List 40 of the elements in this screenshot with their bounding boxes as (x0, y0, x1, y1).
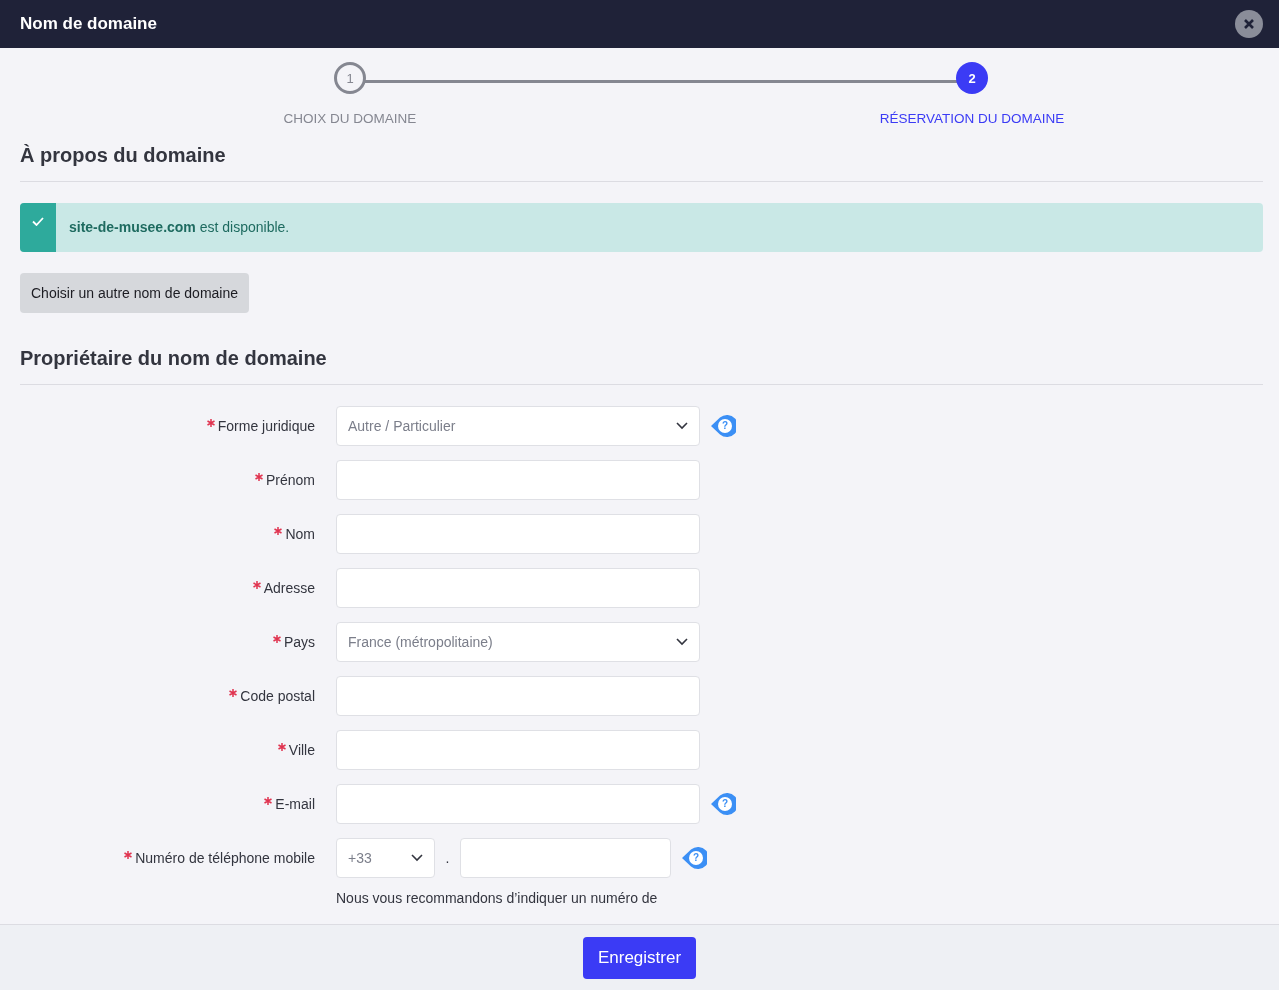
field-label: Numéro de téléphone mobile (135, 850, 315, 866)
chevron-down-icon (676, 422, 688, 430)
phone-field[interactable] (460, 838, 671, 878)
country-code-select[interactable]: +33 (336, 838, 435, 878)
alert-message: site-de-musee.com est disponible. (68, 218, 290, 237)
field-label: Prénom (265, 472, 315, 488)
save-button[interactable]: Enregistrer (582, 936, 697, 979)
field-label: Code postal (240, 688, 315, 704)
section-heading: À propos du domaine (20, 144, 1263, 182)
help-text: Nous vous recommandons d’indiquer un numéro de (336, 890, 659, 906)
field-label: Forme juridique (217, 418, 315, 434)
separator-text: . (444, 850, 451, 866)
input-field[interactable] (336, 784, 700, 824)
field-label: E-mail (275, 796, 315, 812)
input-field[interactable] (336, 460, 700, 500)
field-label: Pays (283, 634, 315, 650)
step-label: CHOIX DU DOMAINE (283, 111, 417, 126)
chevron-down-icon (411, 854, 423, 862)
step-circle: 2 (956, 62, 988, 94)
field-label: Nom (285, 526, 315, 542)
step-circle: 1 (334, 62, 366, 94)
section-heading: Propriétaire du nom de domaine (20, 347, 1263, 385)
field-label: Ville (288, 742, 315, 758)
change-domain-button[interactable]: Choisir un autre nom de domaine (20, 273, 249, 313)
input-field[interactable] (336, 514, 700, 554)
check-icon (32, 217, 44, 226)
select-field[interactable]: France (métropolitaine) (336, 622, 700, 662)
chevron-down-icon (676, 638, 688, 646)
input-field[interactable] (336, 730, 700, 770)
close-icon (1243, 18, 1255, 30)
close-button[interactable] (1235, 10, 1263, 38)
input-field[interactable] (336, 568, 700, 608)
step-label: RÉSERVATION DU DOMAINE (879, 111, 1065, 126)
help-icon[interactable]: ? (681, 846, 707, 870)
select-field[interactable]: Autre / Particulier (336, 406, 700, 446)
help-icon[interactable]: ? (710, 414, 736, 438)
help-icon[interactable]: ? (710, 792, 736, 816)
window-title: Nom de domaine (20, 14, 157, 34)
input-field[interactable] (336, 676, 700, 716)
field-label: Adresse (263, 580, 315, 596)
